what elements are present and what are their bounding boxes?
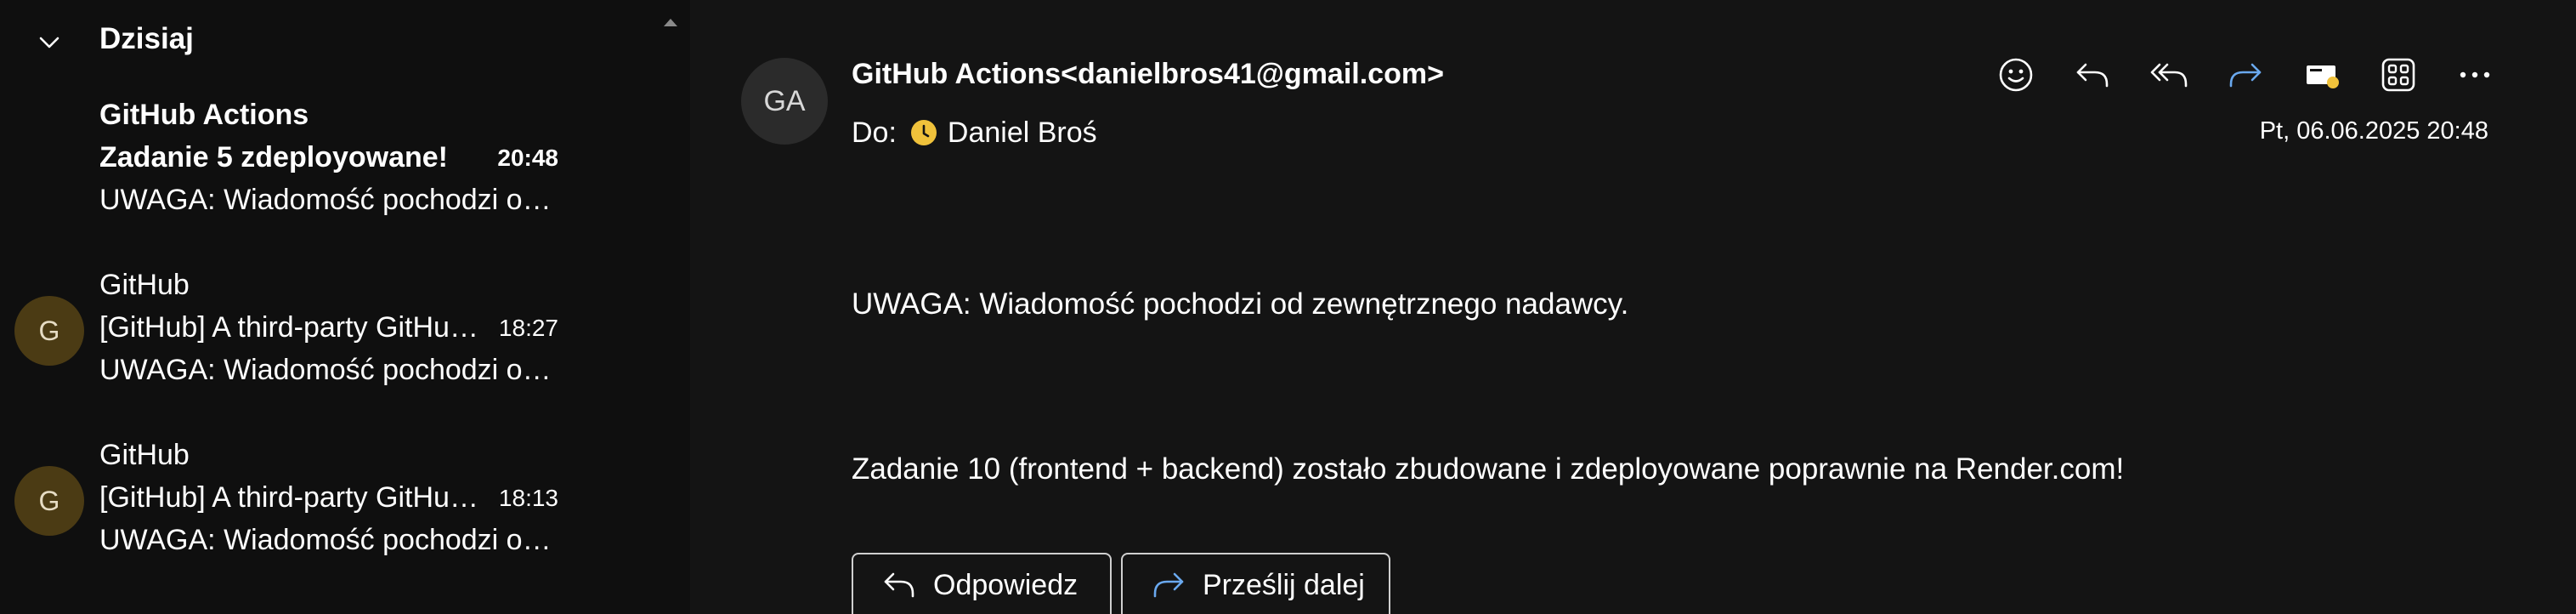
- reply-icon[interactable]: [2067, 51, 2118, 99]
- forward-icon[interactable]: [2220, 51, 2271, 99]
- presence-away-icon: [910, 119, 937, 146]
- apps-badge-icon[interactable]: [2296, 51, 2347, 99]
- avatar: G: [14, 466, 84, 536]
- chevron-down-icon[interactable]: [34, 27, 65, 58]
- emoji-icon[interactable]: [1990, 51, 2041, 99]
- message-sender: GitHub Actions: [99, 99, 309, 131]
- more-icon[interactable]: [2449, 51, 2500, 99]
- message-body-text: Zadanie 10 (frontend + backend) zostało …: [852, 452, 2125, 486]
- list-item[interactable]: GitHub Actions Zadanie 5 zdeployowane! 2…: [0, 83, 690, 253]
- reading-pane: GA GitHub Actions<danielbros41@gmail.com…: [690, 0, 2576, 614]
- message-preview: UWAGA: Wiadomość pochodzi od zewnętrzneg…: [99, 524, 558, 556]
- scroll-up-arrow-icon[interactable]: [661, 15, 680, 29]
- reply-icon: [882, 569, 916, 600]
- message-subject: Zadanie 5 zdeployowane!: [99, 141, 448, 173]
- sender-avatar[interactable]: GA: [741, 58, 828, 145]
- mail-app: Dzisiaj GitHub Actions Zadanie 5 zdeploy…: [0, 0, 2576, 614]
- reply-button[interactable]: Odpowiedz: [852, 553, 1112, 614]
- message-preview: UWAGA: Wiadomość pochodzi od zewnętrzneg…: [99, 354, 558, 386]
- message-subject: [GitHub] A third-party GitHub Applicatio…: [99, 311, 482, 344]
- reply-button-label: Odpowiedz: [933, 569, 1079, 601]
- message-time: 18:27: [498, 315, 558, 341]
- message-time: 18:13: [498, 485, 558, 511]
- message-list-pane: Dzisiaj GitHub Actions Zadanie 5 zdeploy…: [0, 0, 690, 614]
- avatar: G: [14, 296, 84, 366]
- forward-button-label: Prześlij dalej: [1203, 569, 1365, 601]
- to-label: Do:: [852, 116, 897, 149]
- message-toolbar: [1990, 51, 2500, 99]
- message-preview: UWAGA: Wiadomość pochodzi od zewnętrzneg…: [99, 184, 558, 216]
- forward-button[interactable]: Prześlij dalej: [1121, 553, 1390, 614]
- group-label: Dzisiaj: [99, 22, 194, 55]
- sender-address[interactable]: GitHub Actions<danielbros41@gmail.com>: [852, 58, 1444, 91]
- recipient-name[interactable]: Daniel Broś: [948, 117, 1097, 150]
- forward-icon: [1152, 569, 1186, 600]
- reply-all-icon[interactable]: [2143, 51, 2194, 99]
- message-sender: GitHub: [99, 269, 190, 301]
- external-sender-warning: UWAGA: Wiadomość pochodzi od zewnętrzneg…: [852, 287, 1629, 321]
- message-time: 20:48: [497, 145, 558, 171]
- group-header[interactable]: Dzisiaj: [0, 0, 690, 83]
- message-subject: [GitHub] A third-party GitHub Applicatio…: [99, 481, 482, 514]
- message-sender: GitHub: [99, 439, 190, 471]
- list-item[interactable]: G GitHub [GitHub] A third-party GitHub A…: [0, 253, 690, 424]
- recipient-row: Do: Daniel Broś: [852, 114, 1097, 151]
- list-item[interactable]: G GitHub [GitHub] A third-party GitHub A…: [0, 424, 690, 594]
- grid-icon[interactable]: [2373, 51, 2424, 99]
- message-date: Pt, 06.06.2025 20:48: [2259, 117, 2488, 145]
